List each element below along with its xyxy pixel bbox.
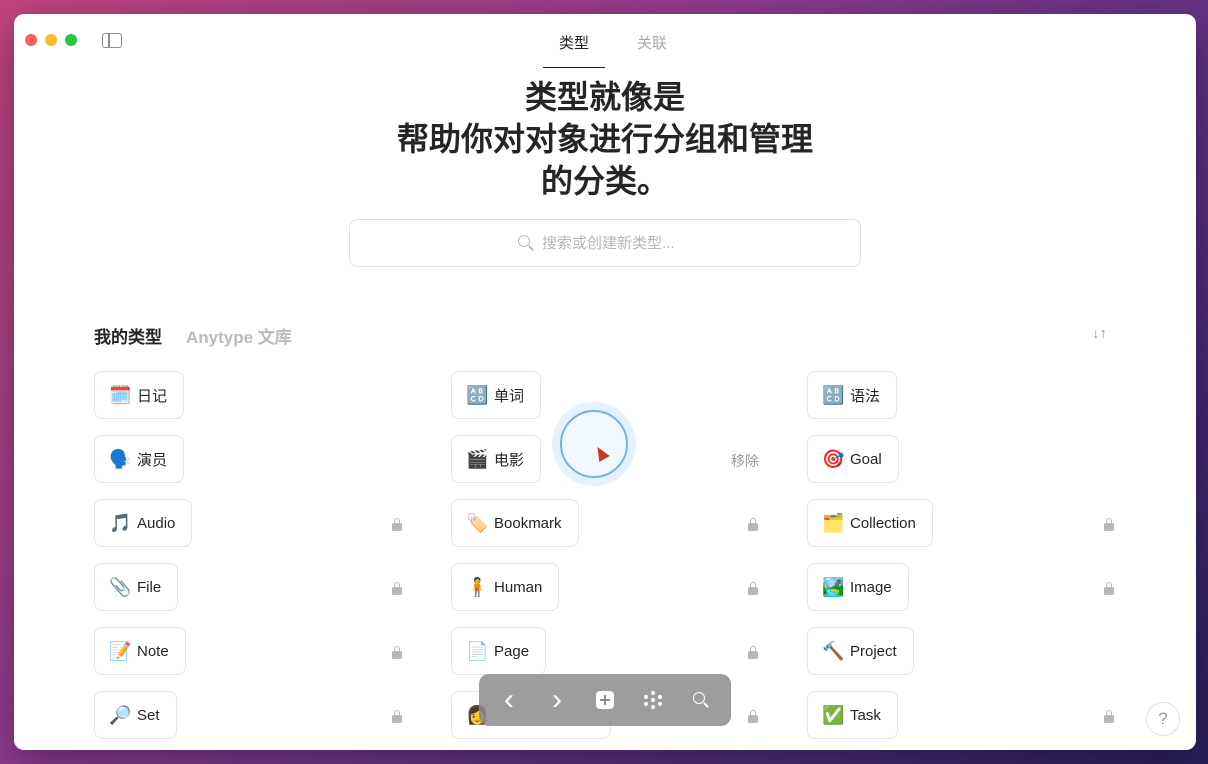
search-icon (693, 692, 709, 708)
search-box[interactable] (349, 219, 861, 267)
type-item-note[interactable]: 📝 Note (94, 627, 186, 675)
remove-button[interactable]: 移除 (731, 451, 759, 471)
type-item-grammar[interactable]: 🔠 语法 (807, 371, 898, 419)
app-window: 类型 关联 类型就像是 帮助你对对象进行分组和管理 的分类。 我的类型 Anyt… (14, 14, 1196, 750)
lock-icon (748, 710, 758, 723)
lock-icon (1104, 710, 1114, 723)
check-mark-icon: ✅ (822, 704, 845, 725)
type-item-goal[interactable]: 🎯 Goal (807, 435, 899, 483)
lock-icon (1104, 518, 1114, 531)
type-label: 单词 (494, 387, 525, 405)
type-label: 演员 (137, 451, 168, 469)
title-line-1: 类型就像是 (524, 79, 685, 115)
lock-icon (392, 710, 402, 723)
type-item-actor[interactable]: 🗣️ 演员 (94, 435, 185, 483)
page-title: 类型就像是 帮助你对对象进行分组和管理 的分类。 (14, 76, 1196, 202)
type-item-diary[interactable]: 🗓️ 日记 (94, 371, 185, 419)
lock-icon (748, 646, 758, 659)
type-label: File (137, 578, 162, 596)
hammer-icon: 🔨 (822, 640, 845, 661)
tab-my-types[interactable]: 我的类型 (94, 323, 162, 348)
type-item-project[interactable]: 🔨 Project (807, 627, 914, 675)
type-label: Project (850, 642, 897, 660)
tab-types[interactable]: 类型 (542, 32, 605, 68)
calendar-icon: 🗓️ (109, 384, 132, 405)
abcd-icon: 🔠 (822, 384, 845, 405)
paperclip-icon: 📎 (109, 576, 132, 597)
type-label: Set (137, 706, 160, 724)
click-indicator (560, 410, 628, 478)
type-label: Image (850, 578, 892, 596)
type-item-audio[interactable]: 🎵 Audio (94, 499, 193, 547)
type-item-image[interactable]: 🏞️ Image (807, 563, 909, 611)
back-button[interactable]: ‹ (491, 682, 527, 718)
search-input[interactable] (542, 234, 692, 252)
lock-icon (1104, 582, 1114, 595)
type-label: Page (494, 642, 530, 660)
target-icon: 🎯 (822, 448, 845, 469)
type-item-set[interactable]: 🔎 Set (94, 691, 177, 739)
graph-icon (644, 691, 662, 709)
type-label: Bookmark (494, 514, 562, 532)
speaking-head-icon: 🗣️ (109, 448, 132, 469)
type-item-task[interactable]: ✅ Task (807, 691, 898, 739)
type-item-word[interactable]: 🔠 单词 (451, 371, 542, 419)
type-item-file[interactable]: 📎 File (94, 563, 179, 611)
type-label: Collection (850, 514, 916, 532)
type-label: 语法 (850, 387, 881, 405)
search-icon (518, 235, 534, 251)
navigation-toolbar: ‹ › (479, 674, 731, 726)
type-item-page[interactable]: 📄 Page (451, 627, 547, 675)
type-label: Human (494, 578, 543, 596)
plus-icon (596, 691, 614, 709)
type-item-movie[interactable]: 🎬 电影 (451, 435, 542, 483)
type-label: Audio (137, 514, 176, 532)
chevron-left-icon: ‹ (504, 683, 514, 716)
card-index-icon: 🗂️ (822, 512, 845, 533)
add-button[interactable] (587, 682, 623, 718)
landscape-icon: 🏞️ (822, 576, 845, 597)
lock-icon (748, 518, 758, 531)
type-item-human[interactable]: 🧍 Human (451, 563, 560, 611)
chevron-right-icon: › (552, 683, 562, 716)
clapper-board-icon: 🎬 (466, 448, 489, 469)
person-standing-icon: 🧍 (466, 576, 489, 597)
title-line-2: 帮助你对对象进行分组和管理 (396, 121, 813, 157)
lock-icon (748, 582, 758, 595)
magnifier-icon: 🔎 (109, 704, 132, 725)
section-tabs: 我的类型 Anytype 文库 (94, 323, 292, 348)
type-label: 电影 (494, 451, 525, 469)
lock-icon (392, 646, 402, 659)
memo-icon: 📝 (109, 640, 132, 661)
label-tag-icon: 🏷️ (466, 512, 489, 533)
help-button[interactable]: ? (1146, 702, 1180, 736)
lock-icon (392, 518, 402, 531)
tab-relations[interactable]: 关联 (637, 32, 667, 68)
toolbar-search-button[interactable] (683, 682, 719, 718)
tab-anytype-library[interactable]: Anytype 文库 (186, 323, 292, 348)
forward-button[interactable]: › (539, 682, 575, 718)
graph-button[interactable] (635, 682, 671, 718)
lock-icon (392, 582, 402, 595)
title-line-3: 的分类。 (540, 163, 669, 199)
abcd-icon: 🔠 (466, 384, 489, 405)
type-label: Note (137, 642, 169, 660)
music-note-icon: 🎵 (109, 512, 132, 533)
sort-icon[interactable]: ↓↑ (1092, 325, 1107, 342)
type-item-bookmark[interactable]: 🏷️ Bookmark (451, 499, 579, 547)
type-label: 日记 (137, 387, 168, 405)
page-icon: 📄 (466, 640, 489, 661)
type-label: Goal (850, 450, 882, 468)
type-label: Task (850, 706, 881, 724)
top-tabs: 类型 关联 (14, 32, 1196, 68)
type-item-collection[interactable]: 🗂️ Collection (807, 499, 933, 547)
